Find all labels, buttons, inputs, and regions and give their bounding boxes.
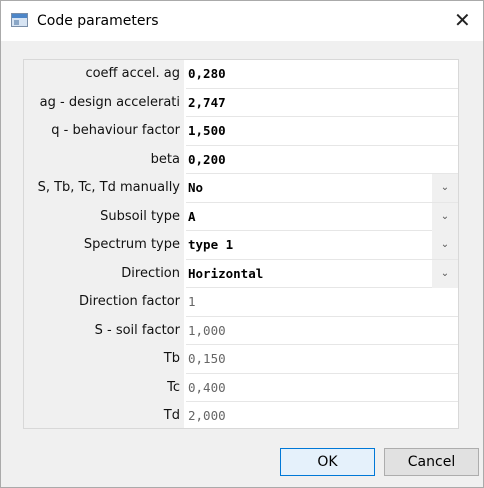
property-row: Direction factor 1: [24, 288, 458, 317]
property-row: S - soil factor 1,000: [24, 316, 458, 345]
chevron-down-icon[interactable]: ⌄: [432, 174, 458, 202]
property-row: q - behaviour factor 1,500: [24, 117, 458, 146]
property-label: Direction factor: [24, 288, 184, 317]
property-label: q - behaviour factor: [24, 117, 184, 146]
property-dropdown[interactable]: No: [186, 174, 458, 203]
chevron-down-icon[interactable]: ⌄: [432, 231, 458, 259]
ok-button[interactable]: OK: [280, 448, 375, 476]
property-input[interactable]: 1,500: [186, 117, 458, 146]
property-value: 0,400: [186, 374, 458, 402]
property-label: Direction: [24, 259, 184, 288]
property-label: Subsoil type: [24, 202, 184, 231]
property-row: Spectrum type type 1 ⌄: [24, 231, 458, 260]
chevron-down-icon[interactable]: ⌄: [432, 259, 458, 288]
property-rows: coeff accel. ag 0,280 ag - design accelera…: [24, 60, 458, 428]
property-row: Tc 0,400: [24, 373, 458, 402]
property-label: coeff accel. ag: [24, 60, 184, 89]
property-input[interactable]: 0,200: [186, 146, 458, 174]
property-value: 0,150: [186, 345, 458, 374]
property-label: S - soil factor: [24, 316, 184, 345]
property-label: S, Tb, Tc, Td manually: [24, 174, 184, 203]
property-dropdown[interactable]: Horizontal: [186, 260, 458, 288]
property-label: Tb: [24, 345, 184, 374]
property-value: 2,000: [186, 402, 458, 428]
property-dropdown[interactable]: A: [186, 203, 458, 231]
window-icon: [11, 13, 28, 27]
scroll-down-icon[interactable]: ⌄: [458, 404, 459, 429]
property-row: Tb 0,150: [24, 345, 458, 374]
property-row: Direction Horizontal ⌄: [24, 259, 458, 288]
property-row: Td 2,000: [24, 402, 458, 428]
property-row: Subsoil type A ⌄: [24, 202, 458, 231]
property-label: Spectrum type: [24, 231, 184, 260]
title-bar: Code parameters ✕: [1, 1, 483, 41]
property-label: beta: [24, 145, 184, 174]
property-grid: coeff accel. ag 0,280 ag - design accelera…: [23, 59, 459, 429]
property-input[interactable]: 2,747: [186, 89, 458, 117]
scroll-up-icon[interactable]: ^: [458, 60, 459, 86]
property-row: ag - design accelerati 2,747: [24, 88, 458, 117]
vertical-scrollbar[interactable]: ^ ⌄: [458, 60, 459, 429]
chevron-down-icon[interactable]: ⌄: [432, 202, 458, 231]
property-label: ag - design accelerati: [24, 88, 184, 117]
property-value: 1: [186, 288, 458, 317]
close-icon: ✕: [454, 8, 471, 32]
property-dropdown[interactable]: type 1: [186, 231, 458, 260]
property-row: S, Tb, Tc, Td manually No ⌄: [24, 174, 458, 203]
property-input[interactable]: 0,280: [186, 60, 458, 89]
property-label: Td: [24, 402, 184, 428]
property-label: Tc: [24, 373, 184, 402]
property-row: coeff accel. ag 0,280: [24, 60, 458, 89]
property-row: beta 0,200: [24, 145, 458, 174]
dialog-title: Code parameters: [37, 13, 159, 29]
close-button[interactable]: ✕: [441, 5, 481, 37]
code-parameters-dialog: Code parameters ✕ coeff accel. ag 0,280 ag…: [0, 0, 484, 488]
property-value: 1,000: [186, 317, 458, 345]
cancel-button[interactable]: Cancel: [384, 448, 479, 476]
